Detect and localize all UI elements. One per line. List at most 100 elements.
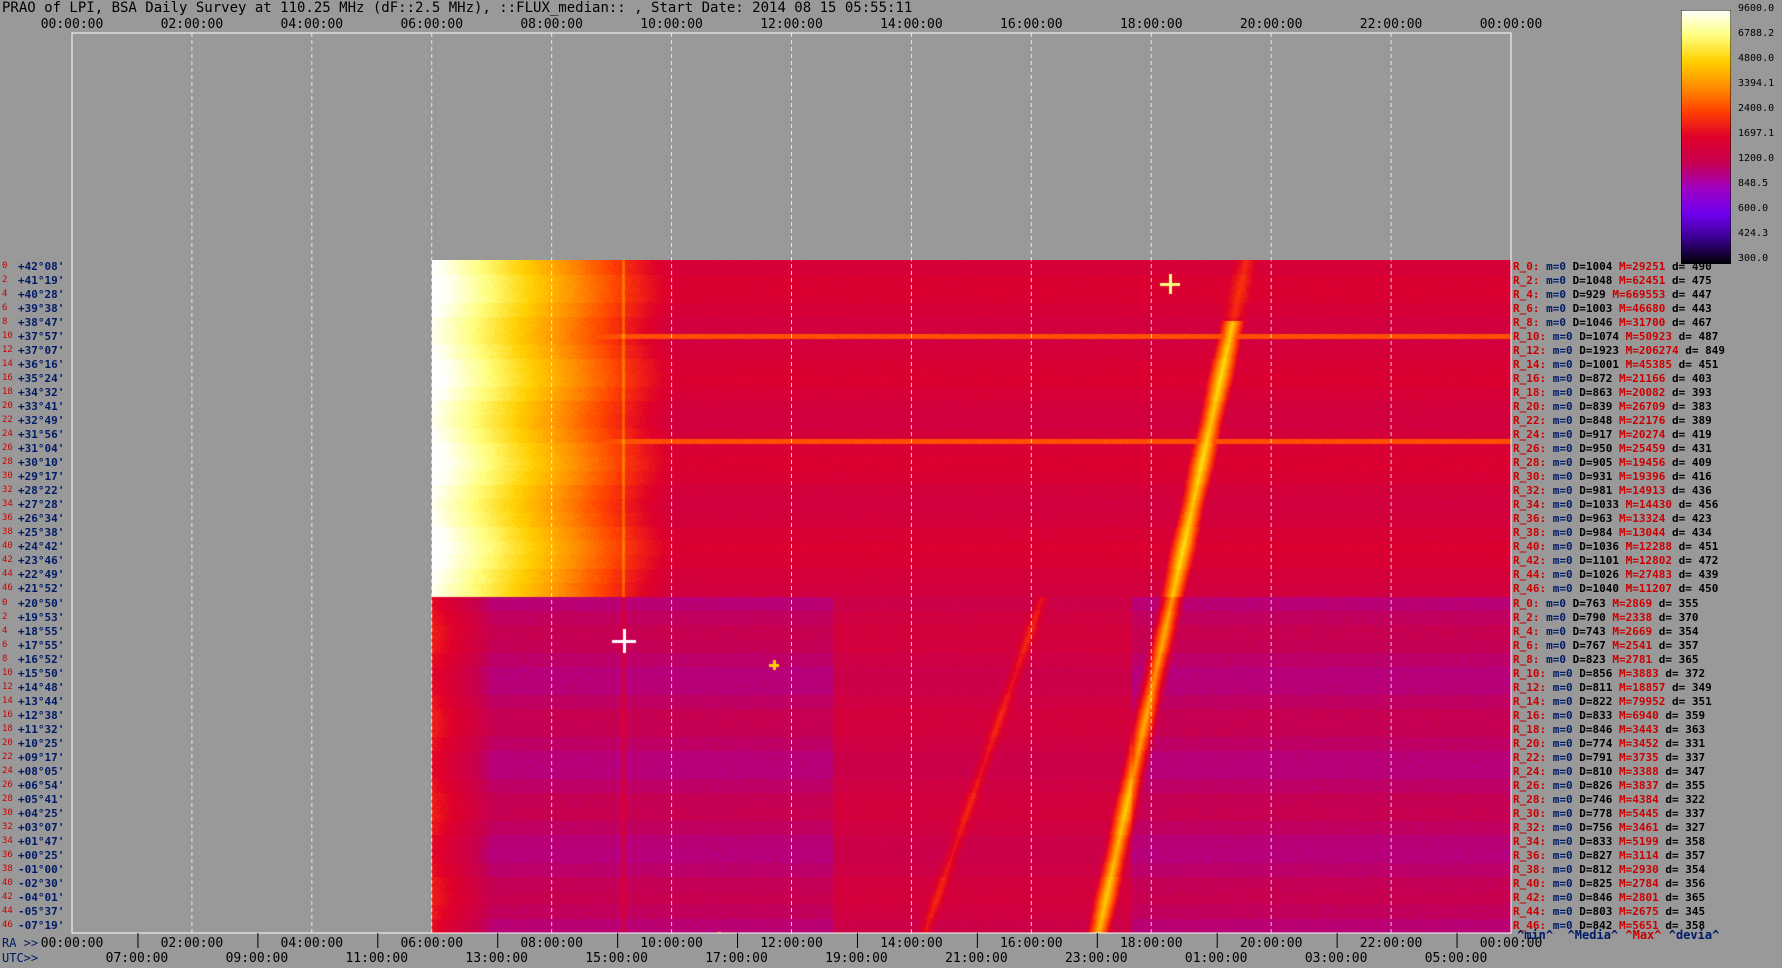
row-stat-min: m=0 — [1546, 456, 1573, 470]
row-index-label: 24 — [2, 429, 13, 440]
utc-tick-label: 05:00:00 — [1424, 951, 1488, 966]
row-stat-med: D=1074 — [1572, 330, 1619, 344]
row-stat-max: M=3461 — [1612, 820, 1659, 834]
row-index-label: 10 — [2, 331, 13, 342]
row-stat-line: R_16: m=0 D=872 M=21166 d= 403 — [1513, 372, 1712, 385]
declination-label: +40°28' — [18, 288, 65, 302]
row-index-label: 36 — [2, 513, 13, 524]
row-stat-line: R_18: m=0 D=846 M=3443 d= 363 — [1513, 723, 1705, 736]
row-stat-min: m=0 — [1546, 470, 1573, 484]
row-stat-dev: d= 356 — [1658, 876, 1706, 890]
declination-label: +29°17' — [18, 470, 65, 484]
declination-label: +30°10' — [18, 456, 65, 470]
row-stat-min: m=0 — [1539, 302, 1566, 316]
utc-tick-label: 23:00:00 — [1064, 951, 1128, 966]
row-stat-line: R_44: m=0 D=1026 M=27483 d= 439 — [1513, 568, 1718, 581]
row-stat-med: D=917 — [1572, 428, 1613, 442]
row-stat-min: m=0 — [1546, 582, 1573, 596]
row-stat-line: R_8: m=0 D=1046 M=31700 d= 467 — [1513, 316, 1712, 329]
row-stat-dev: d= 443 — [1665, 302, 1712, 316]
row-stat-line: R_8: m=0 D=823 M=2781 d= 365 — [1513, 653, 1698, 666]
row-stat-min: m=0 — [1546, 372, 1573, 386]
row-stat-max: M=25459 — [1612, 442, 1666, 456]
declination-label: +23°46' — [18, 554, 65, 568]
row-stat-min: m=0 — [1546, 750, 1573, 764]
row-stat-r: R_38: — [1513, 526, 1547, 540]
top-tick-label: 06:00:00 — [400, 17, 464, 32]
row-stat-med: D=905 — [1572, 456, 1613, 470]
row-index-label: 46 — [2, 919, 13, 930]
row-stat-line: R_26: m=0 D=826 M=3837 d= 355 — [1513, 779, 1705, 792]
row-index-label: 12 — [2, 681, 13, 692]
row-stat-dev: d= 487 — [1671, 330, 1719, 344]
row-stat-dev: d= 354 — [1652, 624, 1699, 638]
row-stat-dev: d= 327 — [1658, 820, 1706, 834]
declination-label: +04°25' — [18, 806, 65, 820]
row-stat-med: D=1026 — [1572, 568, 1619, 582]
ra-axis-label: RA >> — [2, 936, 39, 950]
row-index-label: 38 — [2, 863, 13, 874]
row-stat-max: M=3883 — [1612, 666, 1659, 680]
row-stat-r: R_22: — [1513, 414, 1547, 428]
row-stat-max: M=18857 — [1612, 680, 1666, 694]
row-stat-max: M=19396 — [1612, 470, 1666, 484]
row-stat-min: m=0 — [1546, 806, 1573, 820]
declination-label: +17°55' — [18, 638, 65, 652]
declination-label: -04°01' — [18, 890, 65, 904]
row-stat-max: M=2869 — [1605, 596, 1653, 610]
row-stat-max: M=20274 — [1612, 428, 1666, 442]
row-stat-min: m=0 — [1546, 428, 1573, 442]
row-stat-med: D=778 — [1572, 806, 1613, 820]
flux-heatmap — [432, 260, 1511, 933]
row-stat-max: M=2801 — [1612, 890, 1659, 904]
row-stat-dev: d= 456 — [1671, 498, 1719, 512]
declination-label: +19°53' — [18, 610, 65, 624]
row-stat-min: m=0 — [1539, 596, 1566, 610]
declination-label: +42°08' — [18, 260, 65, 273]
row-stat-med: D=803 — [1572, 904, 1613, 918]
top-tick-label: 04:00:00 — [280, 17, 344, 32]
row-stat-dev: d= 409 — [1665, 456, 1712, 470]
row-stat-max: M=206274 — [1618, 344, 1679, 358]
declination-label: +31°56' — [18, 428, 65, 442]
row-stat-max: M=21166 — [1612, 372, 1666, 386]
row-stat-line: R_18: m=0 D=863 M=20082 d= 393 — [1513, 386, 1712, 399]
row-stat-max: M=50923 — [1618, 330, 1672, 344]
row-stat-min: m=0 — [1546, 344, 1573, 358]
row-stat-dev: d= 472 — [1671, 554, 1719, 568]
colorbar-tick-label: 9600.0 — [1738, 3, 1775, 14]
row-stat-med: D=1001 — [1572, 358, 1619, 372]
row-stat-max: M=12288 — [1618, 540, 1672, 554]
top-tick-label: 10:00:00 — [640, 17, 703, 32]
declination-label: -07°19' — [18, 918, 65, 932]
row-stat-dev: d= 363 — [1658, 722, 1706, 736]
row-stat-dev: d= 451 — [1671, 358, 1719, 372]
row-stat-line: R_24: m=0 D=917 M=20274 d= 419 — [1513, 428, 1712, 441]
row-stat-dev: d= 347 — [1658, 764, 1706, 778]
row-stat-max: M=2930 — [1612, 862, 1659, 876]
row-stat-min: m=0 — [1546, 442, 1573, 456]
row-stat-dev: d= 365 — [1652, 652, 1699, 666]
row-stat-r: R_8: — [1513, 652, 1540, 666]
row-stat-med: D=984 — [1572, 526, 1613, 540]
row-index-label: 32 — [2, 821, 13, 832]
declination-label: +22°49' — [18, 568, 65, 582]
row-stat-line: R_14: m=0 D=1001 M=45385 d= 451 — [1513, 358, 1718, 371]
declination-label: +37°57' — [18, 330, 65, 344]
row-stat-med: D=767 — [1566, 638, 1606, 652]
row-stat-line: R_46: m=0 D=1040 M=11207 d= 450 — [1513, 582, 1718, 595]
row-stat-r: R_22: — [1513, 750, 1547, 764]
row-stat-med: D=833 — [1572, 834, 1613, 848]
row-stat-min: m=0 — [1539, 288, 1566, 302]
row-stat-r: R_4: — [1513, 624, 1540, 638]
row-stat-line: R_6: m=0 D=767 M=2541 d= 357 — [1513, 639, 1698, 652]
row-stat-min: m=0 — [1546, 526, 1573, 540]
row-stat-min: m=0 — [1546, 848, 1573, 862]
row-stat-med: D=1101 — [1572, 554, 1619, 568]
row-stat-r: R_0: — [1513, 596, 1540, 610]
row-index-label: 2 — [2, 275, 8, 286]
row-stat-max: M=45385 — [1618, 358, 1672, 372]
colorbar-tick-label: 2400.0 — [1738, 103, 1775, 114]
ra-tick-label: 08:00:00 — [520, 936, 583, 951]
row-stat-line: R_38: m=0 D=812 M=2930 d= 354 — [1513, 863, 1705, 876]
